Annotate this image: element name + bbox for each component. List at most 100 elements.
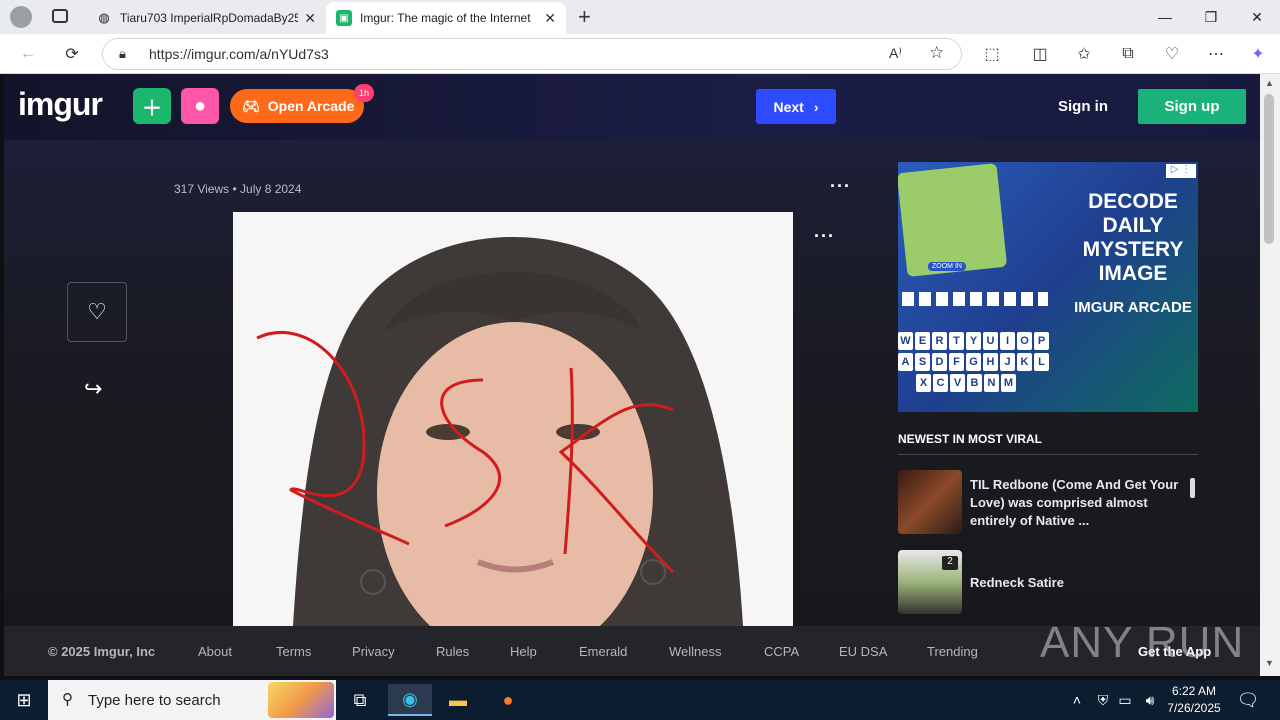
ad-key: Y (966, 332, 981, 350)
post-meta: 317 Views • July 8 2024 (174, 182, 302, 196)
arcade-badge: 1h (354, 84, 374, 102)
newest-in-viral-heading: NEWEST IN MOST VIRAL (898, 432, 1198, 455)
volume-icon[interactable]: 🔊︎ (1138, 684, 1162, 716)
footer-link-trending[interactable]: Trending (927, 644, 978, 659)
security-icon[interactable]: ⛨ (1092, 684, 1114, 716)
address-bar-row: ← ⟳ 🔒︎ https://imgur.com/a/nYUd7s3 A⁾ ☆ … (0, 34, 1280, 74)
collections-icon[interactable]: ⧉ (1116, 42, 1140, 66)
notifications-icon[interactable]: 🗨︎ (1230, 684, 1266, 716)
scroll-up-icon[interactable]: ▲ (1265, 78, 1274, 88)
profile-icon[interactable] (10, 6, 32, 28)
copyright: © 2025 Imgur, Inc (48, 643, 156, 659)
favorite-icon[interactable]: ☆ (929, 43, 944, 63)
file-explorer-icon[interactable]: ▬ (436, 684, 480, 716)
imgur-page: imgur ＋ ● 🎮︎ Open Arcade 1h Next › Sign … (4, 74, 1260, 676)
minimize-icon[interactable]: — (1142, 0, 1188, 34)
restore-icon[interactable]: ❐ (1188, 0, 1234, 34)
copilot-icon[interactable]: ✦ (1246, 42, 1270, 66)
new-tab-icon[interactable]: + (578, 4, 591, 30)
sign-in-link[interactable]: Sign in (1058, 98, 1108, 115)
imgur-icon: ▣ (336, 10, 352, 26)
taskbar-clock[interactable]: 6:22 AM 7/26/2025 (1164, 683, 1224, 717)
ad-key: I (1000, 332, 1015, 350)
tab-actions-icon[interactable] (52, 9, 68, 23)
imgur-logo[interactable]: imgur (18, 86, 103, 123)
url-input[interactable]: 🔒︎ https://imgur.com/a/nYUd7s3 A⁾ ☆ (102, 38, 962, 70)
ad-knight-image (898, 163, 1008, 277)
new-post-button[interactable]: ＋ (133, 88, 171, 124)
ad-key: T (949, 332, 964, 350)
extensions-icon[interactable]: ⬚ (980, 42, 1004, 66)
ad-key: W (898, 332, 913, 350)
footer-link-about[interactable]: About (198, 644, 232, 659)
footer-link-emerald[interactable]: Emerald (579, 644, 627, 659)
footer-link-help[interactable]: Help (510, 644, 537, 659)
ad-key: X (916, 374, 931, 392)
viral-item[interactable]: 2 Redneck Satire (898, 550, 1198, 614)
viral-item[interactable]: TIL Redbone (Come And Get Your Love) was… (898, 470, 1198, 534)
tab-imgur[interactable]: ▣ Imgur: The magic of the Internet ✕ (326, 2, 566, 34)
ad-key: K (1017, 353, 1032, 371)
ad-key: N (984, 374, 999, 392)
read-aloud-icon[interactable]: A⁾ (889, 45, 902, 62)
ad-choices-icon[interactable]: ▷ ⋮ (1166, 164, 1196, 178)
ad-subtitle: IMGUR ARCADE (1074, 299, 1192, 316)
search-icon: ⚲ (62, 691, 73, 708)
image-menu-icon[interactable]: ··· (814, 226, 835, 247)
close-window-icon[interactable]: ✕ (1234, 0, 1280, 34)
viral-list-scrollbar[interactable] (1190, 478, 1195, 498)
sign-up-button[interactable]: Sign up (1138, 89, 1246, 124)
task-view-icon[interactable]: ⧉ (338, 684, 382, 716)
search-highlight-icon (268, 682, 334, 718)
close-tab-icon[interactable]: ✕ (544, 10, 556, 27)
close-tab-icon[interactable]: ✕ (304, 10, 316, 27)
ad-key: L (1034, 353, 1049, 371)
gamepad-icon: 🎮︎ (242, 97, 260, 114)
ad-banner[interactable]: ▷ ⋮ ZOOM IN DECODE DAILY MYSTERY IMAGE I… (898, 162, 1198, 412)
ad-key: F (949, 353, 964, 371)
refresh-icon[interactable]: ⟳ (60, 42, 84, 66)
ad-keyboard: WERTYUIOP ASDFGHJKL XCVBNM (898, 332, 1058, 392)
network-icon[interactable]: ▭ (1114, 684, 1136, 716)
meme-generator-button[interactable]: ● (181, 88, 219, 124)
viral-thumbnail (898, 470, 962, 534)
ad-headline: DECODE DAILY MYSTERY IMAGE (1082, 190, 1184, 285)
ad-key: V (950, 374, 965, 392)
firefox-icon[interactable]: ● (486, 684, 530, 716)
edge-icon[interactable]: ◉ (388, 684, 432, 716)
windows-start-icon[interactable]: ⊞ (2, 684, 46, 716)
footer: © 2025 Imgur, Inc About Terms Privacy Ru… (4, 618, 1260, 676)
scroll-down-icon[interactable]: ▼ (1265, 658, 1274, 668)
next-button[interactable]: Next › (756, 89, 836, 124)
viral-title: TIL Redbone (Come And Get Your Love) was… (970, 477, 1179, 528)
footer-link-eu-dsa[interactable]: EU DSA (839, 644, 887, 659)
favorite-button[interactable]: ♡ (67, 282, 127, 342)
post-image[interactable]: ··· (233, 212, 793, 626)
heart-icon: ♡ (87, 299, 107, 324)
chevron-right-icon: › (813, 98, 819, 115)
post-options-icon[interactable]: ··· (830, 176, 851, 197)
tab-tiaru[interactable]: ◍ Tiaru703 ImperialRpDomadaBy25 ✕ (86, 2, 326, 34)
back-icon[interactable]: ← (16, 42, 40, 66)
taskbar-search-input[interactable]: ⚲ Type here to search (48, 680, 336, 720)
footer-link-ccpa[interactable]: CCPA (764, 644, 799, 659)
menu-icon[interactable]: ⋯ (1204, 42, 1228, 66)
footer-link-privacy[interactable]: Privacy (352, 644, 395, 659)
ad-key: B (967, 374, 982, 392)
footer-link-terms[interactable]: Terms (276, 644, 311, 659)
favorites-icon[interactable]: ✩ (1072, 42, 1096, 66)
page-scrollbar[interactable]: ▲ ▼ (1260, 74, 1280, 676)
footer-link-rules[interactable]: Rules (436, 644, 469, 659)
ad-key: P (1034, 332, 1049, 350)
open-arcade-button[interactable]: 🎮︎ Open Arcade (230, 89, 364, 123)
ad-key: H (983, 353, 998, 371)
share-icon[interactable]: ↪ (84, 376, 102, 402)
taskbar: ⊞ ⚲ Type here to search ⧉ ◉ ▬ ● ˄ ⛨ ▭ 🔊︎… (0, 680, 1280, 720)
footer-link-wellness[interactable]: Wellness (669, 644, 722, 659)
ad-blanks (902, 292, 1048, 306)
split-screen-icon[interactable]: ◫ (1028, 42, 1052, 66)
scroll-thumb[interactable] (1264, 94, 1274, 244)
tray-chevron-icon[interactable]: ˄ (1062, 684, 1092, 716)
lock-icon[interactable]: 🔒︎ (119, 46, 126, 62)
browser-essentials-icon[interactable]: ♡ (1160, 42, 1184, 66)
